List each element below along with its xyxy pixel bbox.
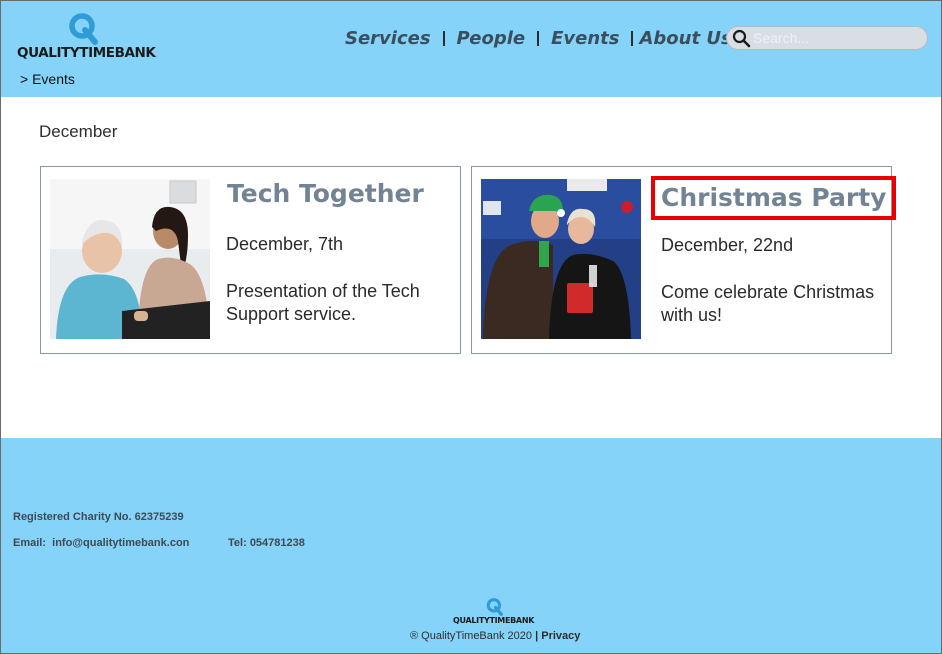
footer-logo-text: QUALITYTIMEBANK	[453, 616, 535, 625]
logo-q-icon	[69, 13, 98, 45]
logo-q-icon	[486, 598, 503, 616]
site-footer: Registered Charity No. 62375239 Email: i…	[1, 438, 941, 653]
logo-text: QUALITYTIMEBANK	[17, 45, 156, 61]
month-heading: December	[39, 122, 118, 141]
nav-separator	[631, 30, 634, 46]
nav-separator	[537, 30, 540, 46]
breadcrumb: > Events	[20, 71, 75, 87]
email-label: Email:	[13, 537, 47, 549]
footer-copyright: ® QualityTimeBank 2020 | Privacy	[410, 630, 580, 642]
nav-events[interactable]: Events	[551, 28, 619, 49]
nav-about-us[interactable]: About Us	[639, 28, 731, 49]
tel-number[interactable]: 054781238	[250, 537, 305, 549]
privacy-link[interactable]: Privacy	[541, 630, 580, 642]
page-frame: QUALITYTIMEBANK > Events Services People…	[0, 0, 942, 654]
footer-separator: |	[535, 630, 539, 642]
site-header: QUALITYTIMEBANK > Events Services People…	[1, 1, 941, 97]
event-description: Come celebrate Christmas with us!	[661, 282, 875, 325]
search-bar[interactable]	[726, 26, 928, 50]
footer-tel: Tel: 054781238	[228, 537, 305, 549]
main-nav: Services People Events About Us	[345, 25, 732, 51]
search-input[interactable]	[753, 29, 923, 47]
email-link[interactable]: info@qualitytimebank.con	[52, 537, 189, 549]
site-logo[interactable]: QUALITYTIMEBANK	[15, 13, 156, 63]
event-card-christmas-party[interactable]: Christmas Party December, 22nd Come cele…	[471, 166, 897, 354]
search-icon[interactable]	[732, 29, 751, 48]
footer-logo[interactable]: QUALITYTIMEBANK	[453, 598, 539, 628]
event-date: December, 7th	[226, 234, 344, 254]
charity-number: Registered Charity No. 62375239	[13, 511, 184, 523]
event-date: December, 22nd	[661, 235, 794, 255]
nav-services[interactable]: Services	[345, 28, 431, 49]
nav-separator	[442, 30, 445, 46]
copyright-text: ® QualityTimeBank 2020	[410, 630, 533, 642]
event-photo	[50, 179, 210, 339]
tel-label: Tel:	[228, 537, 247, 549]
event-card-tech-together[interactable]: Tech Together December, 7th Presentation…	[40, 166, 461, 354]
nav-people[interactable]: People	[457, 28, 526, 49]
footer-email: Email: info@qualitytimebank.con	[13, 537, 189, 549]
event-title[interactable]: Tech Together	[227, 179, 424, 208]
event-description: Presentation of the Tech Support service…	[226, 281, 420, 324]
event-photo	[481, 179, 641, 339]
event-title[interactable]: Christmas Party	[651, 176, 897, 220]
